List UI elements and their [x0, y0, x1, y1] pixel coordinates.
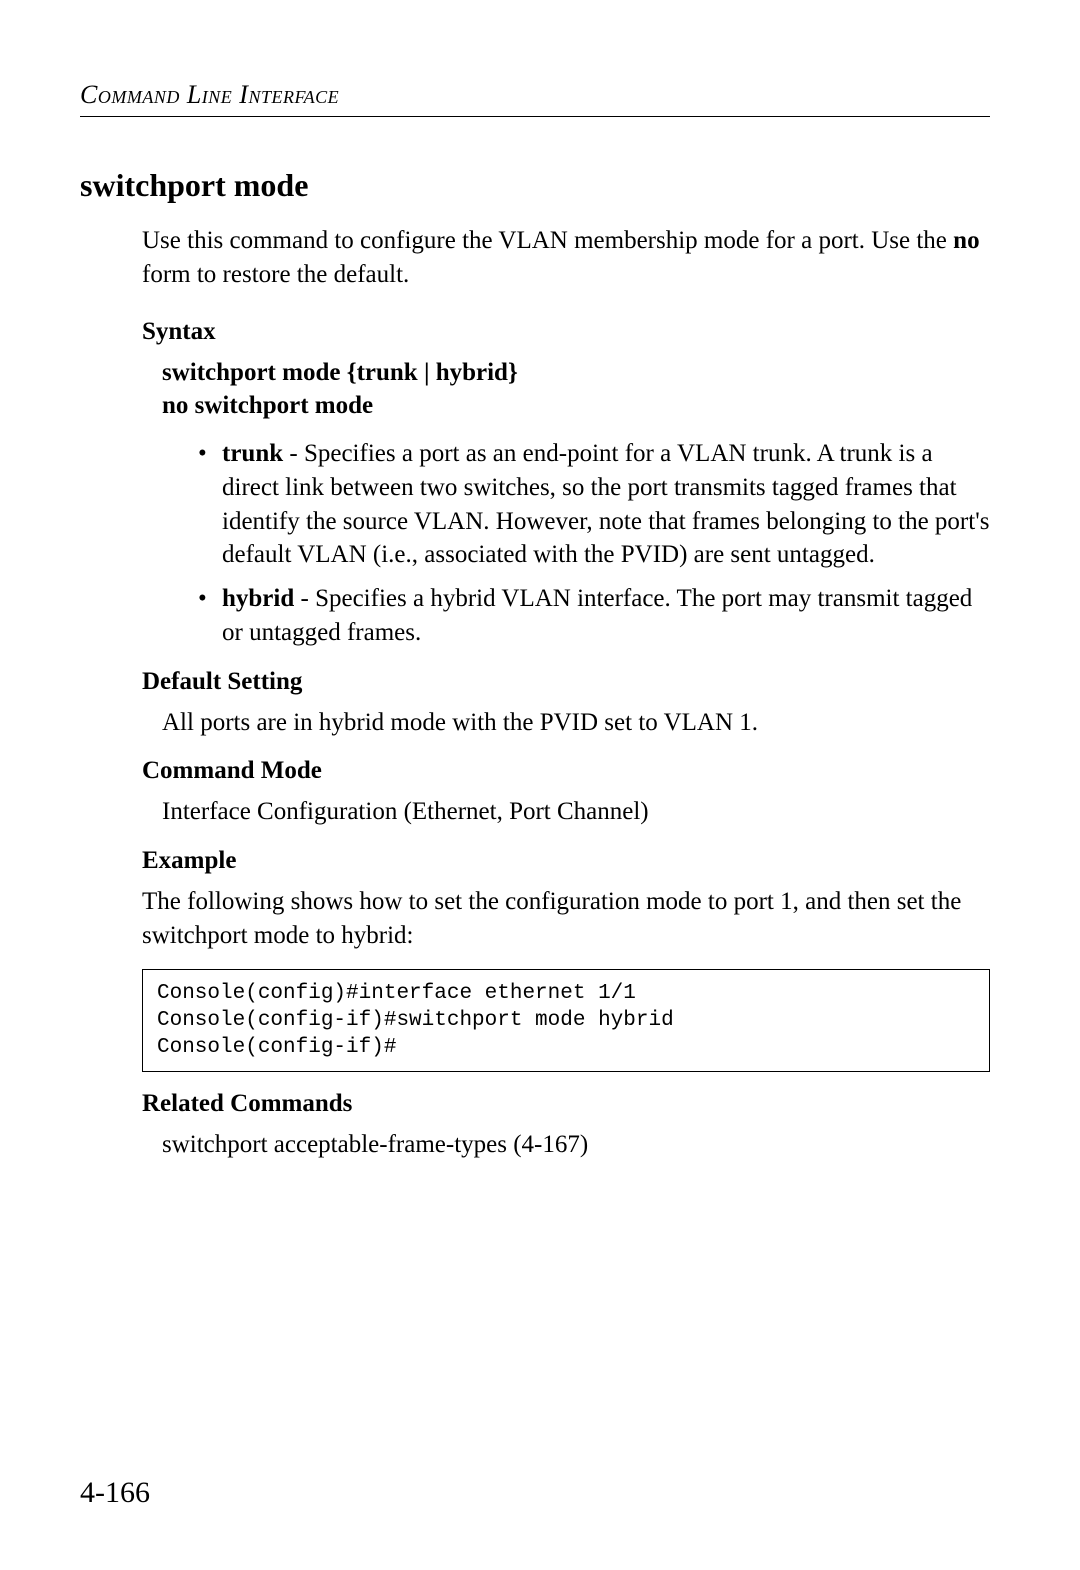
example-code: Console(config)#interface ethernet 1/1 C…	[142, 969, 990, 1073]
syntax-args: {trunk | hybrid}	[340, 359, 517, 386]
bullet-term: trunk	[222, 440, 283, 467]
syntax-cmd: switchport mode	[162, 359, 340, 386]
related-commands-label: Related Commands	[142, 1090, 990, 1118]
syntax-bullets: trunk - Specifies a port as an end-point…	[198, 437, 990, 650]
bullet-trunk: trunk - Specifies a port as an end-point…	[198, 437, 990, 572]
default-setting-label: Default Setting	[142, 668, 990, 696]
bullet-hybrid: hybrid - Specifies a hybrid VLAN interfa…	[198, 582, 990, 650]
example-intro: The following shows how to set the confi…	[142, 885, 990, 953]
syntax-label: Syntax	[142, 318, 990, 346]
bullet-term: hybrid	[222, 585, 294, 612]
syntax-block: switchport mode {trunk | hybrid} no swit…	[162, 356, 990, 650]
page-number: 4-166	[80, 1476, 150, 1510]
default-setting-text: All ports are in hybrid mode with the PV…	[162, 706, 990, 740]
command-mode-text: Interface Configuration (Ethernet, Port …	[162, 795, 990, 829]
syntax-line-2: no switchport mode	[162, 389, 990, 423]
bullet-desc: - Specifies a hybrid VLAN interface. The…	[222, 585, 972, 646]
intro-paragraph: Use this command to configure the VLAN m…	[142, 224, 990, 292]
command-mode-label: Command Mode	[142, 757, 990, 785]
intro-text-pre: Use this command to configure the VLAN m…	[142, 227, 953, 254]
intro-no-keyword: no	[953, 227, 979, 254]
syntax-line-1: switchport mode {trunk | hybrid}	[162, 356, 990, 390]
related-commands-text: switchport acceptable-frame-types (4-167…	[162, 1128, 990, 1162]
intro-text-post: form to restore the default.	[142, 261, 409, 288]
document-page: Command Line Interface switchport mode U…	[0, 0, 1080, 1570]
body-content: Use this command to configure the VLAN m…	[142, 224, 990, 1162]
running-head: Command Line Interface	[80, 80, 990, 117]
example-label: Example	[142, 847, 990, 875]
bullet-desc: - Specifies a port as an end-point for a…	[222, 440, 989, 568]
section-title: switchport mode	[80, 167, 990, 204]
